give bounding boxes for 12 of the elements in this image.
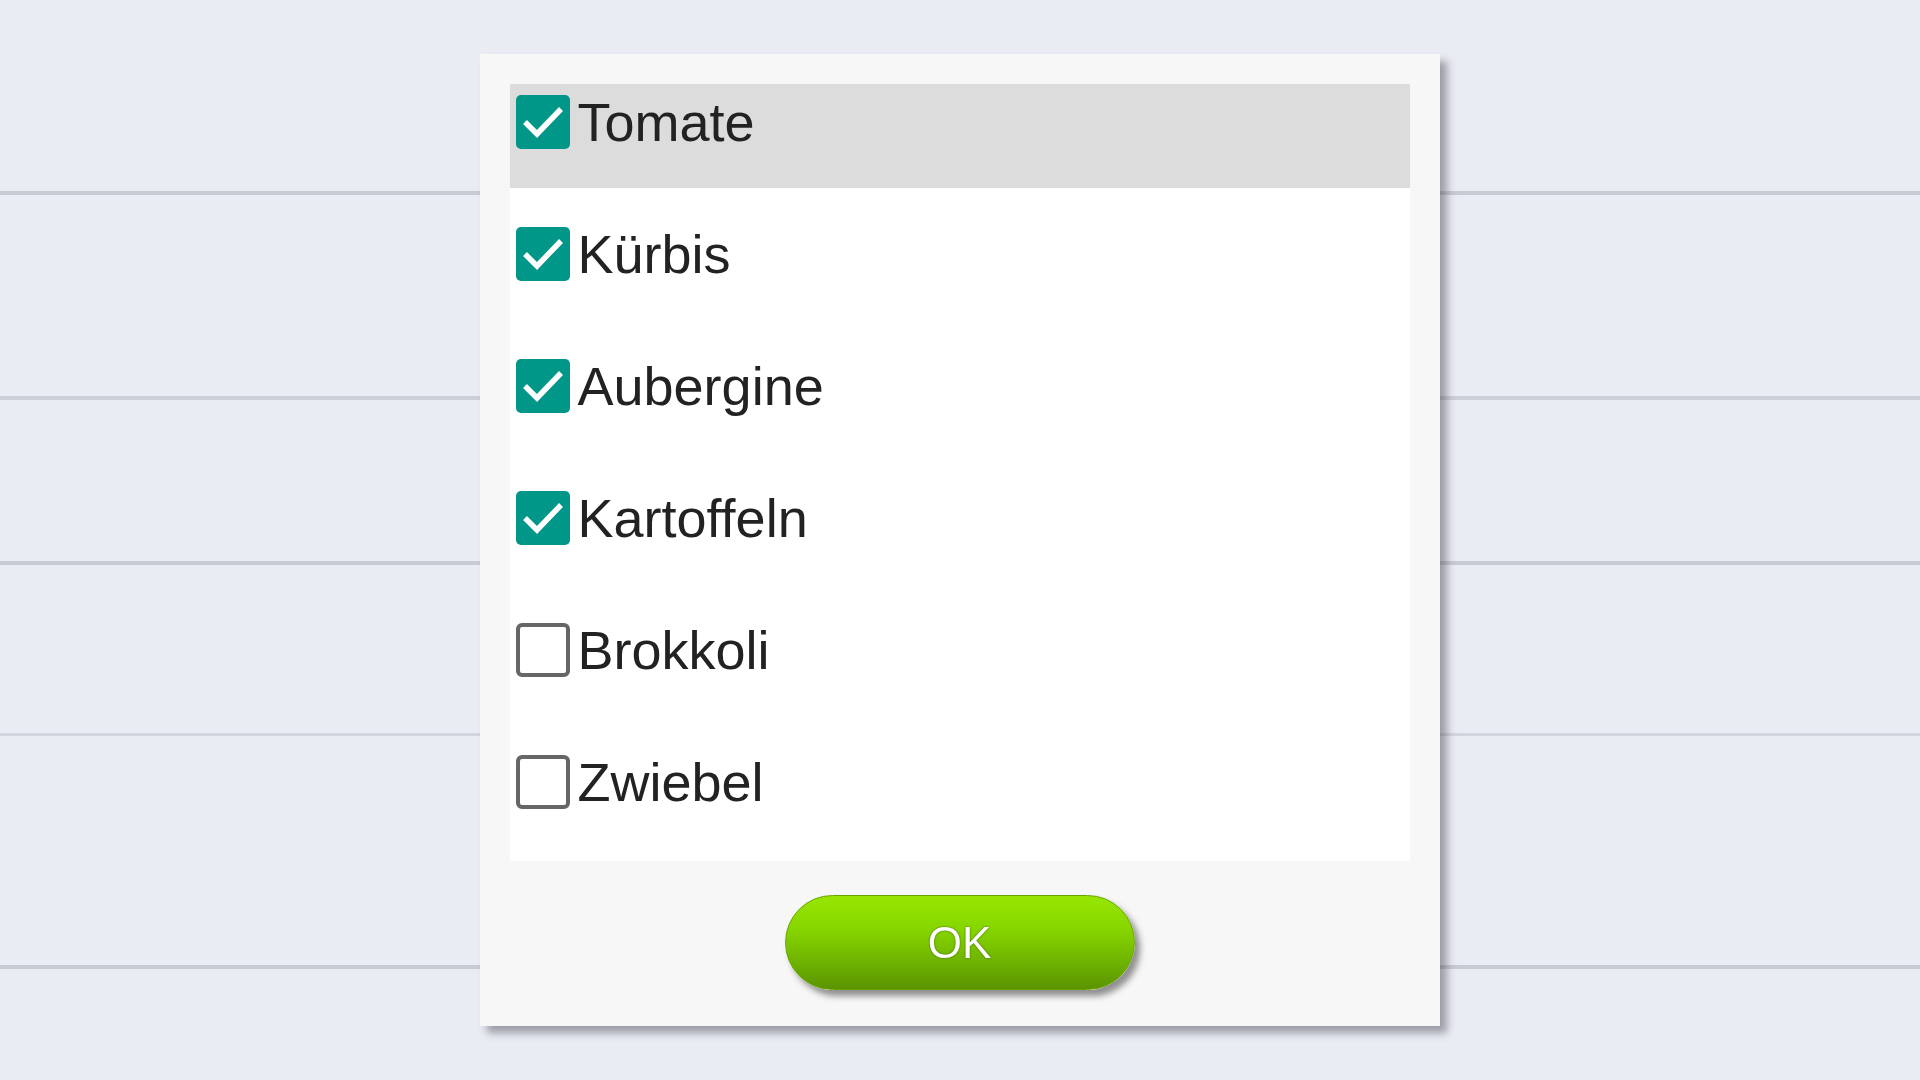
list-item[interactable]: Kürbis xyxy=(509,216,1410,320)
list-item[interactable]: Tomate xyxy=(509,84,1410,188)
checkbox[interactable] xyxy=(515,227,570,281)
list-item[interactable]: Brokkoli xyxy=(509,612,1410,716)
checkbox[interactable] xyxy=(515,491,570,545)
checkbox[interactable] xyxy=(515,95,570,149)
checkbox[interactable] xyxy=(515,359,570,413)
checkbox[interactable] xyxy=(515,623,570,677)
list-item[interactable]: Zwiebel xyxy=(509,744,1410,848)
list-item[interactable]: Aubergine xyxy=(509,348,1410,452)
list-item[interactable]: Kartoffeln xyxy=(509,480,1410,584)
checkbox[interactable] xyxy=(515,755,570,809)
